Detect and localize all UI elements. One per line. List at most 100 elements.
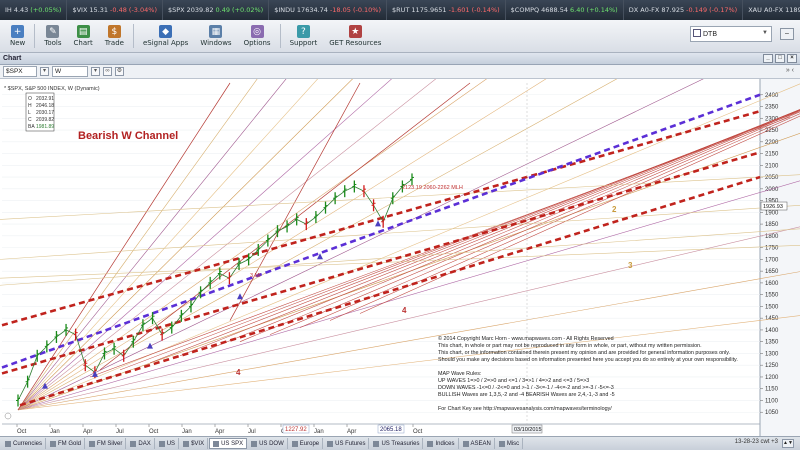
quote-symbol: $COMPQ <box>510 6 540 14</box>
quote-symbol: $VIX <box>72 6 88 14</box>
x-tick-label: Oct <box>413 429 423 435</box>
study-label: * $SPX, S&P 500 INDEX, W (Dynamic) <box>4 86 100 92</box>
y-tick-label: 1650 <box>765 269 779 275</box>
quote-item[interactable]: $VIX 15.31 -0.48 (-3.04%) <box>67 0 163 20</box>
tab-indices[interactable]: Indices <box>424 438 459 449</box>
x-tick-label: Jan <box>314 429 324 435</box>
close-button[interactable]: × <box>787 54 797 63</box>
chart-icon: ▤ <box>76 25 90 38</box>
quote-symbol: IH <box>5 6 12 14</box>
tools-button[interactable]: ✎ Tools <box>38 21 67 51</box>
quote-item[interactable]: IH 4.43 (+0.05%) <box>0 0 68 20</box>
page-icon <box>183 440 190 447</box>
tab-us-treasuries[interactable]: US Treasuries <box>370 438 424 449</box>
ohlc-value: 1981.89 <box>36 124 54 130</box>
tab-fm-silver[interactable]: FM Silver <box>86 438 127 449</box>
toolbar-button-label: Chart <box>73 39 93 47</box>
maximize-button[interactable]: □ <box>775 54 785 63</box>
chart-button[interactable]: ▤ Chart <box>68 21 99 51</box>
new-icon: + <box>11 25 25 38</box>
quote-change: (+0.05%) <box>30 6 62 14</box>
workspace-value: DTB <box>703 30 717 38</box>
windows-button[interactable]: ▦ Windows <box>194 21 237 51</box>
wave-label: 3 <box>628 261 633 270</box>
page-icon <box>373 440 380 447</box>
esignal-apps-button[interactable]: ◆ eSignal Apps <box>137 21 194 51</box>
support-button[interactable]: ? Support <box>284 21 324 51</box>
copyright-line: This chart, or the information contained… <box>438 350 730 356</box>
tab-asean[interactable]: ASEAN <box>460 438 495 449</box>
new-button[interactable]: + New <box>4 21 31 51</box>
quote-last: 4688.54 <box>541 6 568 14</box>
page-icon <box>213 440 220 447</box>
interval-dropdown-icon[interactable]: ▾ <box>91 67 100 76</box>
copyright-line: © 2014 Copyright Marc Horn - www.mapwave… <box>438 335 614 342</box>
tab-misc[interactable]: Misc <box>496 438 524 449</box>
ohlc-key: BA <box>28 124 35 130</box>
symbol-input[interactable]: $SPX <box>3 66 37 77</box>
quote-item[interactable]: XAU A0-FX1189.101.90 (+0.16%) <box>743 0 800 20</box>
tab-label: Currencies <box>13 440 43 447</box>
tab--vix[interactable]: $VIX <box>180 438 209 449</box>
quote-last: 17634.74 <box>296 6 328 14</box>
page-tab-bar: Currencies FM Gold FM Silver DAX US $VIX US SP… <box>0 436 800 450</box>
page-icon <box>251 440 258 447</box>
quote-item[interactable]: $RUT 1175.9651 -1.601 (-0.14%) <box>387 0 506 20</box>
y-tick-label: 1150 <box>765 387 779 393</box>
quote-change: -0.149 (-0.17%) <box>686 6 738 14</box>
workspace-select[interactable]: DTB ▼ <box>690 26 772 42</box>
tab-currencies[interactable]: Currencies <box>2 438 47 449</box>
price-chart[interactable]: 2400235023002250220021502100205020001950… <box>0 79 800 436</box>
esignal-app: IH 4.43 (+0.05%) $VIX 15.31 -0.48 (-3.04%) $SP… <box>0 0 800 450</box>
get-resources-button[interactable]: ★ GET Resources <box>323 21 387 51</box>
trade-button[interactable]: $ Trade <box>99 21 130 51</box>
y-tick-label: 2350 <box>765 105 779 111</box>
copyright-line: This chart, in whole or part may not be … <box>438 343 702 349</box>
tab-fm-gold[interactable]: FM Gold <box>47 438 86 449</box>
quote-change: -18.05 (-0.10%) <box>329 6 382 14</box>
resources-icon: ★ <box>348 25 362 38</box>
status-icon[interactable]: ▲▼ <box>782 439 794 448</box>
options-button[interactable]: ◎ Options <box>238 21 277 51</box>
x-tick-label: Apr <box>215 429 224 435</box>
interval-input[interactable]: W <box>52 66 88 77</box>
tab-us[interactable]: US <box>156 438 180 449</box>
quote-item[interactable]: $COMPQ 4688.54 6.40 (+0.14%) <box>506 0 624 20</box>
y-tick-label: 1600 <box>765 281 779 287</box>
y-tick-label: 1200 <box>765 375 779 381</box>
tab-us-futures[interactable]: US Futures <box>324 438 370 449</box>
ohlc-key: C <box>28 117 32 123</box>
minimize-button[interactable]: _ <box>763 54 773 63</box>
date-marker: 03/10/2015 <box>514 427 542 433</box>
y-tick-label: 1500 <box>765 304 779 310</box>
toolbar-button-label: eSignal Apps <box>142 39 189 47</box>
symbol-lookup-icon[interactable]: ▾ <box>40 67 49 76</box>
chart-window-title: Chart <box>3 55 22 62</box>
collapse-arrows-icon[interactable]: » ‹ <box>786 67 794 74</box>
quote-item[interactable]: $SPX 2039.82 0.49 (+0.02%) <box>163 0 270 20</box>
quote-last: 2039.82 <box>186 6 214 14</box>
tab-label: Europe <box>299 440 320 447</box>
tab-label: Misc <box>506 440 520 447</box>
y-tick-label: 1400 <box>765 328 779 334</box>
quote-item[interactable]: DX A0-FX 87.925 -0.149 (-0.17%) <box>624 0 744 20</box>
ohlc-key: H <box>28 103 32 109</box>
tab-europe[interactable]: Europe <box>289 438 324 449</box>
minimize-toolbar-button[interactable]: – <box>780 28 794 40</box>
wave-label: 2 <box>612 205 617 214</box>
quote-item[interactable]: $INDU 17634.74 -18.05 (-0.10%) <box>269 0 388 20</box>
y-tick-label: 1300 <box>765 351 779 357</box>
settings-icon[interactable]: ⚙ <box>115 67 124 76</box>
link-icon[interactable]: ∞ <box>103 67 112 76</box>
copyright-line: Should you make any decisions based on i… <box>438 357 738 363</box>
tab-label: ASEAN <box>470 440 491 447</box>
toolbar-button-label: GET Resources <box>329 39 382 47</box>
copyright-line: BULLISH Waves are 1,3,5,-2 and -4 BEARIS… <box>438 392 615 398</box>
tab-dax[interactable]: DAX <box>127 438 155 449</box>
tab-us-spx[interactable]: US SPX <box>209 438 248 449</box>
symbol-value: $SPX <box>6 68 23 75</box>
tab-us-dow[interactable]: US DOW <box>248 438 288 449</box>
x-tick-label: Apr <box>347 429 356 435</box>
x-tick-label: Oct <box>17 429 27 435</box>
quote-last: 4.43 <box>13 6 29 14</box>
